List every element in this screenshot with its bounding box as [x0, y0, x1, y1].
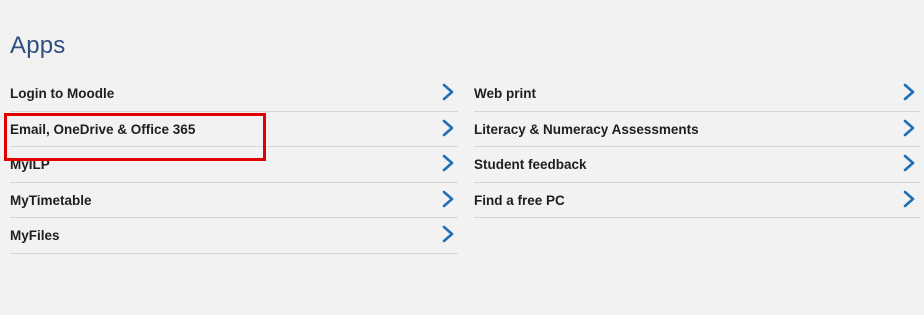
app-link-myilp[interactable]: MyILP — [10, 147, 458, 183]
app-link-literacy-numeracy-assessments[interactable]: Literacy & Numeracy Assessments — [474, 112, 920, 147]
app-link-myfiles[interactable]: MyFiles — [10, 218, 458, 254]
app-link-label: MyFiles — [10, 228, 60, 243]
app-link-label: Web print — [474, 86, 536, 101]
chevron-right-icon[interactable] — [901, 82, 917, 102]
chevron-right-icon[interactable] — [440, 153, 456, 173]
app-link-web-print[interactable]: Web print — [474, 76, 920, 112]
apps-page: Apps Login to Moodle Email, OneDrive & O… — [0, 0, 924, 315]
app-link-label: Login to Moodle — [10, 86, 115, 101]
app-link-mytimetable[interactable]: MyTimetable — [10, 183, 458, 218]
app-link-login-to-moodle[interactable]: Login to Moodle — [10, 76, 458, 112]
app-link-email-onedrive-office365[interactable]: Email, OneDrive & Office 365 — [10, 112, 458, 147]
chevron-right-icon[interactable] — [440, 224, 456, 244]
section-title: Apps — [10, 32, 66, 59]
apps-list-left: Login to Moodle Email, OneDrive & Office… — [10, 76, 458, 254]
app-link-label: MyILP — [10, 157, 50, 172]
chevron-right-icon[interactable] — [440, 118, 456, 138]
apps-list-right: Web print Literacy & Numeracy Assessment… — [474, 76, 920, 218]
app-link-label: Literacy & Numeracy Assessments — [474, 121, 699, 137]
chevron-right-icon[interactable] — [901, 189, 917, 209]
app-link-student-feedback[interactable]: Student feedback — [474, 147, 920, 183]
chevron-right-icon[interactable] — [901, 153, 917, 173]
app-link-find-a-free-pc[interactable]: Find a free PC — [474, 183, 920, 218]
app-link-label: MyTimetable — [10, 192, 92, 208]
chevron-right-icon[interactable] — [901, 118, 917, 138]
chevron-right-icon[interactable] — [440, 82, 456, 102]
chevron-right-icon[interactable] — [440, 189, 456, 209]
app-link-label: Student feedback — [474, 157, 587, 172]
app-link-label: Find a free PC — [474, 192, 565, 208]
app-link-label: Email, OneDrive & Office 365 — [10, 121, 196, 137]
